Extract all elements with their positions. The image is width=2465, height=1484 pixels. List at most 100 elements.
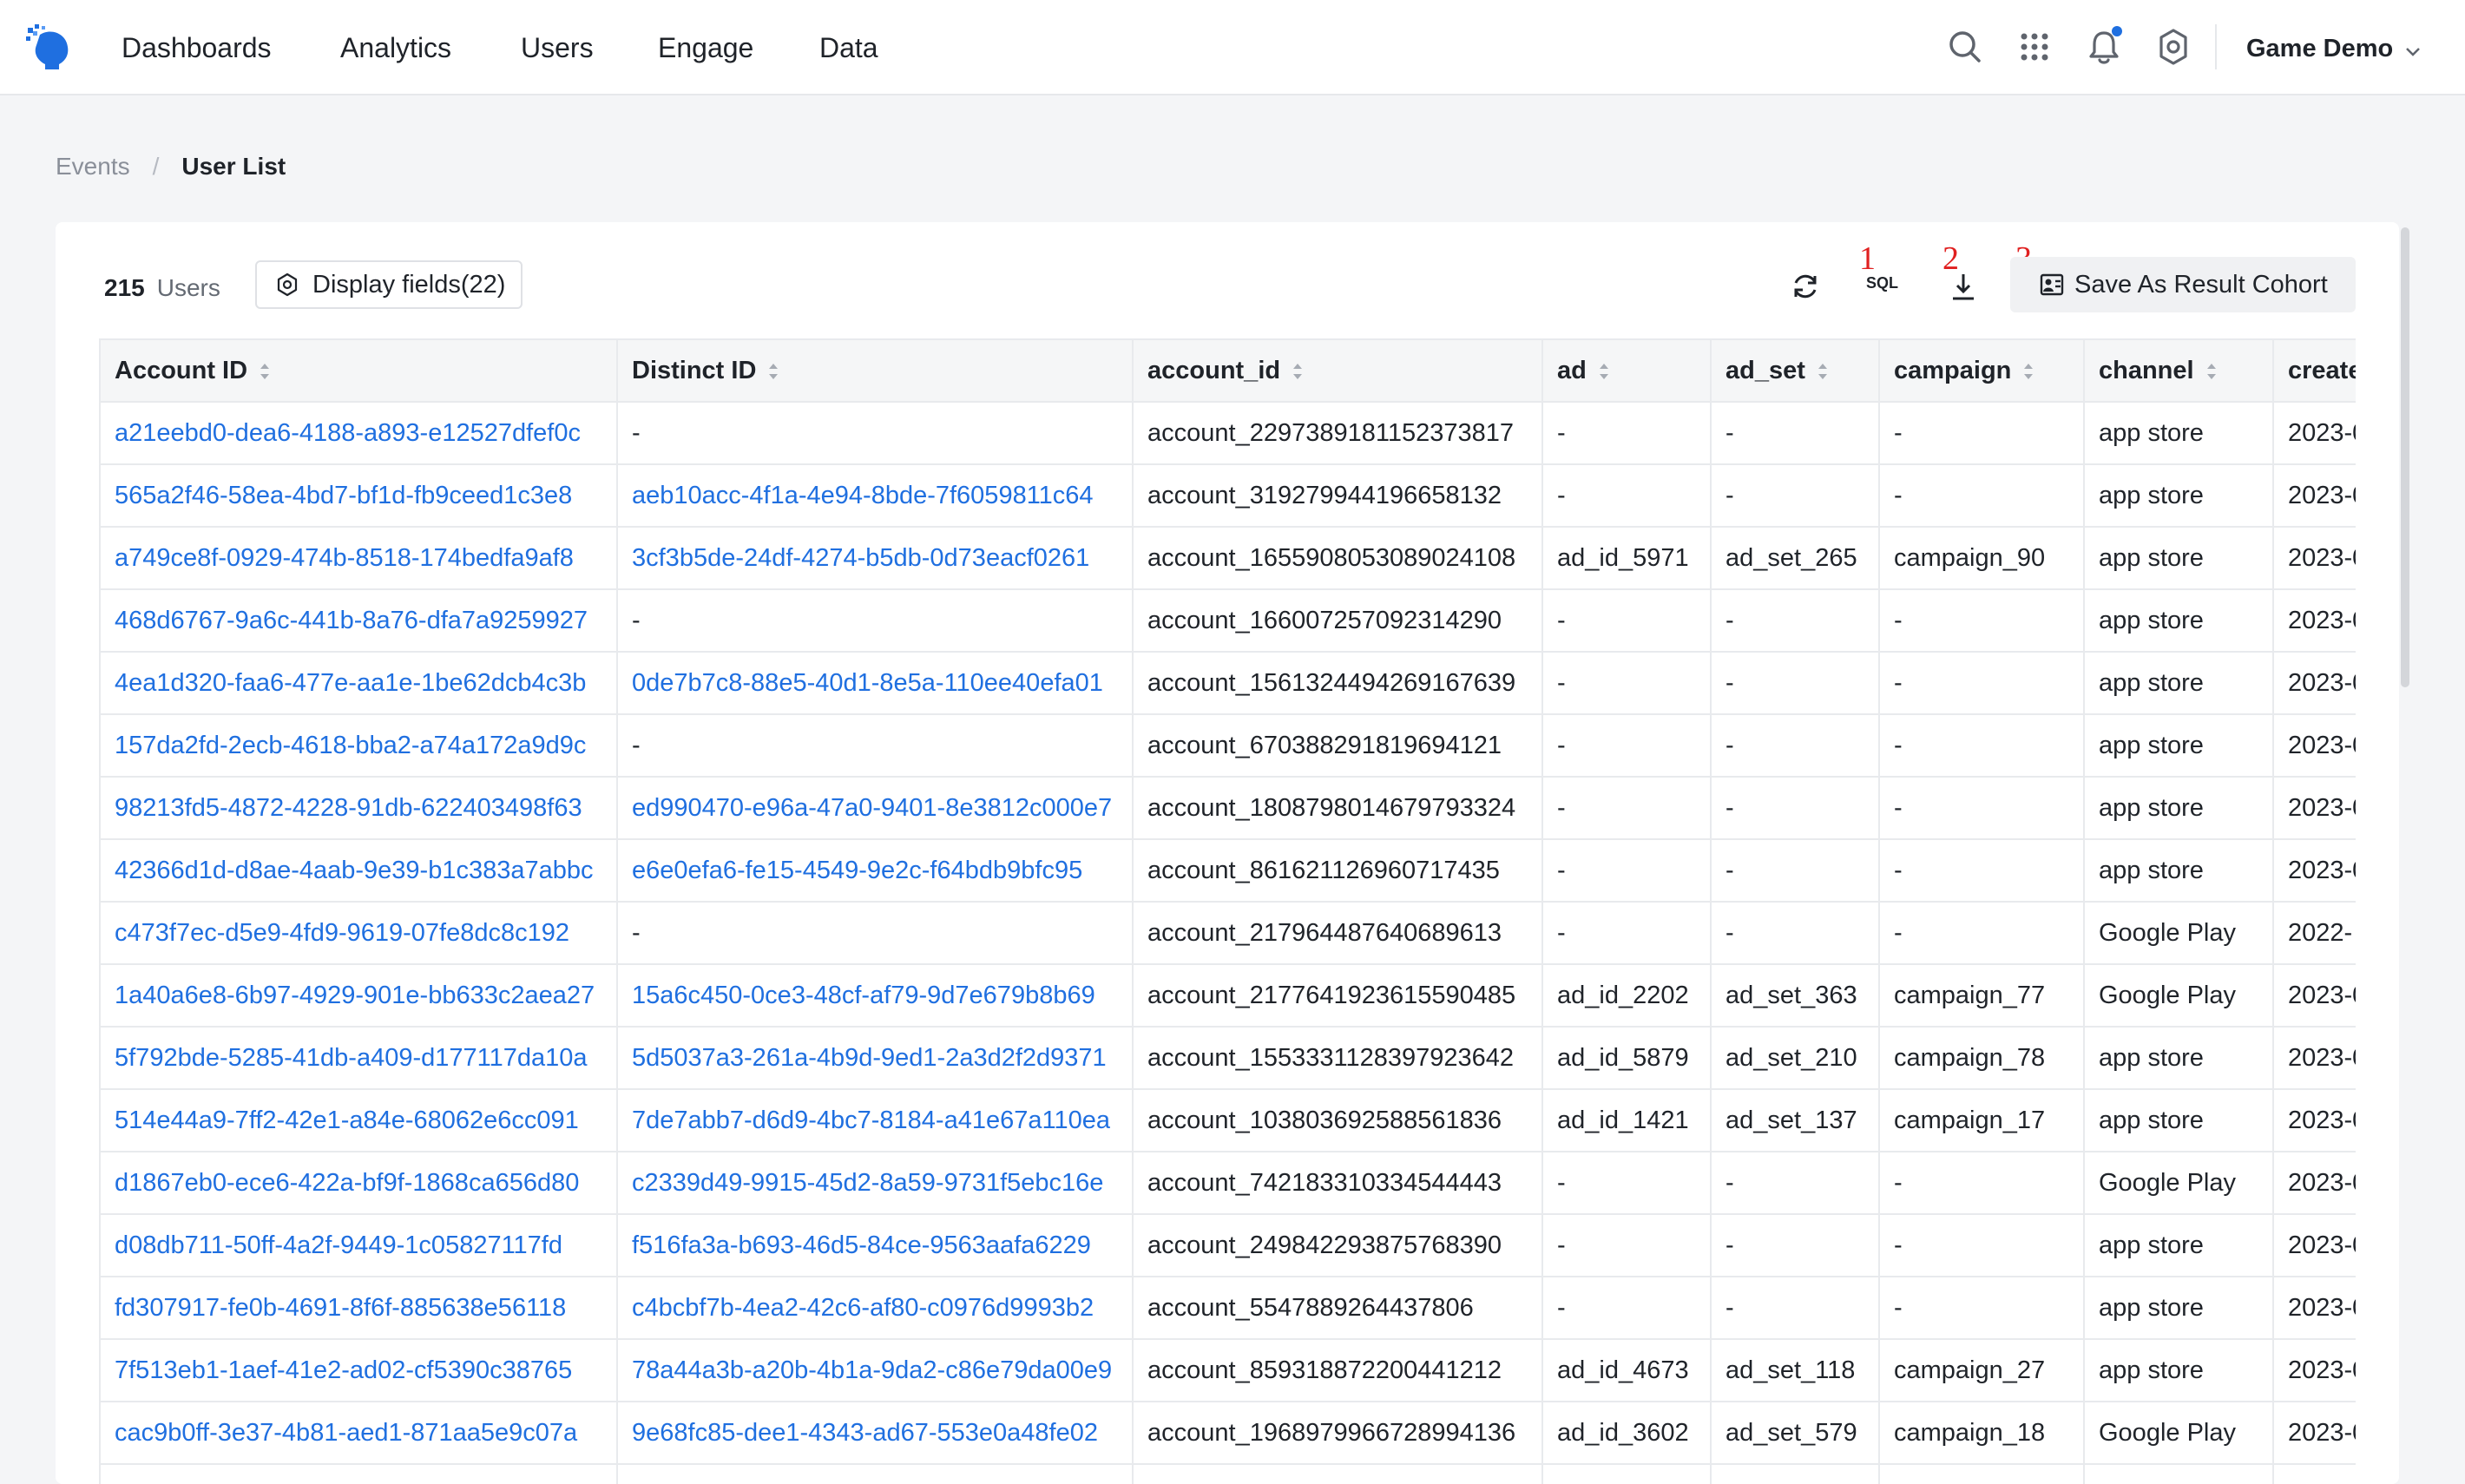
column-header-label: account_id [1147, 356, 1281, 384]
distinct-id-cell[interactable]: 15a6c450-0ce3-48cf-af79-9d7e679b8b69 [617, 964, 1134, 1028]
column-header[interactable]: Account ID [99, 338, 618, 403]
nav-data[interactable]: Data [819, 30, 878, 66]
account-id-cell[interactable]: 42366d1d-d8ae-4aab-9e39-b1c383a7abbc [99, 839, 618, 903]
account-id-cell[interactable]: 98213fd5-4872-4228-91db-622403498f63 [99, 777, 618, 840]
account-id-cell[interactable]: d1867eb0-ece6-422a-bf9f-1868ca656d80 [99, 1152, 618, 1215]
breadcrumb-events[interactable]: Events [56, 153, 130, 180]
column-header[interactable]: channel [2084, 338, 2274, 403]
account-id-cell[interactable]: 1a40a6e8-6b97-4929-901e-bb633c2aea27 [99, 964, 618, 1028]
table-row[interactable]: 42366d1d-d8ae-4aab-9e39-b1c383a7abbc e6e0… [99, 839, 2356, 903]
sort-icon[interactable] [1291, 359, 1305, 384]
distinct-id-cell[interactable]: 5d5037a3-261a-4b9d-9ed1-2a3d2f2d9371 [617, 1027, 1134, 1090]
account-id-cell[interactable]: fd307917-fe0b-4691-8f6f-885638e56118 [99, 1277, 618, 1340]
column-header-label: Distinct ID [632, 356, 757, 384]
table-row[interactable]: 4ea1d320-faa6-477e-aa1e-1be62dcb4c3b 0de7… [99, 652, 2356, 715]
logo-icon[interactable] [24, 23, 73, 71]
table-row[interactable]: 98213fd5-4872-4228-91db-622403498f63 ed99… [99, 777, 2356, 840]
save-as-result-cohort-button[interactable]: Save As Result Cohort [2010, 257, 2356, 312]
distinct-id-cell[interactable]: f516fa3a-b693-46d5-84ce-9563aafa6229 [617, 1214, 1134, 1277]
bell-icon[interactable] [2083, 26, 2125, 68]
account-id-cell[interactable]: 4ea1d320-faa6-477e-aa1e-1be62dcb4c3b [99, 652, 618, 715]
table-row[interactable]: 1a40a6e8-6b97-4929-901e-bb633c2aea27 15a6… [99, 964, 2356, 1028]
column-header[interactable]: create [2273, 338, 2356, 403]
account-id-cell[interactable]: 468d6767-9a6c-441b-8a76-dfa7a9259927 [99, 589, 618, 653]
table-row[interactable] [99, 1464, 2356, 1484]
nav-users[interactable]: Users [521, 30, 594, 66]
column-header[interactable]: account_id [1133, 338, 1543, 403]
breadcrumb-current: User List [181, 153, 286, 180]
table-row[interactable]: a21eebd0-dea6-4188-a893-e12527dfef0c - acc… [99, 402, 2356, 465]
account-id-cell[interactable]: c473f7ec-d5e9-4fd9-9619-07fe8dc8c192 [99, 902, 618, 965]
table-row[interactable]: fd307917-fe0b-4691-8f6f-885638e56118 c4bc… [99, 1277, 2356, 1340]
gear-icon[interactable] [2153, 26, 2194, 68]
sort-icon[interactable] [2021, 359, 2035, 384]
search-icon[interactable] [1944, 26, 1986, 68]
table-row[interactable]: cac9b0ff-3e37-4b81-aed1-871aa5e9c07a 9e68… [99, 1402, 2356, 1465]
distinct-id-cell[interactable]: c2339d49-9915-45d2-8a59-9731f5ebc16e [617, 1152, 1134, 1215]
breadcrumb: Events / User List [56, 149, 286, 184]
account-id-cell[interactable]: 5f792bde-5285-41db-a409-d177117da10a [99, 1027, 618, 1090]
nav-engage[interactable]: Engage [658, 30, 753, 66]
sort-icon[interactable] [1597, 359, 1611, 384]
table-cell: 2023-0 [2273, 527, 2356, 590]
table-row[interactable]: 468d6767-9a6c-441b-8a76-dfa7a9259927- acc… [99, 589, 2356, 653]
table-cell: app store [2084, 777, 2274, 840]
table-row[interactable]: 7f513eb1-1aef-41e2-ad02-cf5390c38765 78a4… [99, 1339, 2356, 1402]
table-row[interactable]: d08db711-50ff-4a2f-9449-1c05827117fd f516… [99, 1214, 2356, 1277]
distinct-id-cell[interactable]: 9e68fc85-dee1-4343-ad67-553e0a48fe02 [617, 1402, 1134, 1465]
account-id-cell[interactable]: a749ce8f-0929-474b-8518-174bedfa9af8 [99, 527, 618, 590]
table-row[interactable]: 514e44a9-7ff2-42e1-a84e-68062e6cc091 7de7… [99, 1089, 2356, 1152]
table-row[interactable]: 5f792bde-5285-41db-a409-d177117da10a 5d50… [99, 1027, 2356, 1090]
distinct-id-cell[interactable]: 7de7abb7-d6d9-4bc7-8184-a41e67a110ea [617, 1089, 1134, 1152]
table-cell: account_2297389181152373817 [1133, 402, 1543, 465]
nav-analytics[interactable]: Analytics [340, 30, 451, 66]
table-row[interactable]: 565a2f46-58ea-4bd7-bf1d-fb9ceed1c3e8 aeb1… [99, 464, 2356, 528]
table-cell: - [1711, 1214, 1880, 1277]
distinct-id-cell[interactable]: 3cf3b5de-24df-4274-b5db-0d73eacf0261 [617, 527, 1134, 590]
table-row[interactable]: a749ce8f-0929-474b-8518-174bedfa9af8 3cf3… [99, 527, 2356, 590]
nav-dashboards[interactable]: Dashboards [122, 30, 272, 66]
account-id-cell[interactable]: a21eebd0-dea6-4188-a893-e12527dfef0c [99, 402, 618, 465]
distinct-id-cell[interactable]: ed990470-e96a-47a0-9401-8e3812c000e7 [617, 777, 1134, 840]
table-cell: ad_id_1421 [1542, 1089, 1712, 1152]
table-row[interactable]: c473f7ec-d5e9-4fd9-9619-07fe8dc8c192- acc… [99, 902, 2356, 965]
distinct-id-cell[interactable]: 78a44a3b-a20b-4b1a-9da2-c86e79da00e9 [617, 1339, 1134, 1402]
table-cell: - [1542, 1214, 1712, 1277]
annotation-1: 1 [1859, 240, 1876, 277]
table-cell: app store [2084, 589, 2274, 653]
table-row[interactable]: 157da2fd-2ecb-4618-bba2-a74a172a9d9c - acc… [99, 714, 2356, 778]
sort-icon[interactable] [2205, 359, 2218, 384]
table-cell: - [1711, 464, 1880, 528]
account-id-cell[interactable]: 7f513eb1-1aef-41e2-ad02-cf5390c38765 [99, 1339, 618, 1402]
display-fields-button[interactable]: Display fields(22) [255, 260, 523, 309]
table-cell: - [1711, 777, 1880, 840]
distinct-id-cell[interactable]: c4bcbf7b-4ea2-42c6-af80-c0976d9993b2 [617, 1277, 1134, 1340]
account-id-cell[interactable]: d08db711-50ff-4a2f-9449-1c05827117fd [99, 1214, 618, 1277]
project-switcher[interactable]: Game Demo [2246, 31, 2421, 67]
account-id-cell[interactable]: cac9b0ff-3e37-4b81-aed1-871aa5e9c07a [99, 1402, 618, 1465]
column-header[interactable]: ad_set [1711, 338, 1880, 403]
table-cell: 2023-0 [2273, 652, 2356, 715]
refresh-icon[interactable] [1788, 269, 1823, 304]
table-cell: account_861621126960717435 [1133, 839, 1543, 903]
table-cell: - [1542, 652, 1712, 715]
distinct-id-cell[interactable]: e6e0efa6-fe15-4549-9e2c-f64bdb9bfc95 [617, 839, 1134, 903]
account-id-cell[interactable]: 565a2f46-58ea-4bd7-bf1d-fb9ceed1c3e8 [99, 464, 618, 528]
sort-icon[interactable] [1816, 359, 1830, 384]
column-header[interactable]: Distinct ID [617, 338, 1134, 403]
distinct-id-cell[interactable]: 0de7b7c8-88e5-40d1-8e5a-110ee40efa01 [617, 652, 1134, 715]
table-cell: - [1879, 777, 2085, 840]
column-header[interactable]: ad [1542, 338, 1712, 403]
sort-icon[interactable] [258, 359, 272, 384]
account-id-cell[interactable]: 514e44a9-7ff2-42e1-a84e-68062e6cc091 [99, 1089, 618, 1152]
table-row[interactable]: d1867eb0-ece6-422a-bf9f-1868ca656d80 c233… [99, 1152, 2356, 1215]
sql-button[interactable]: SQL [1866, 274, 1898, 292]
table-cell: - [1879, 402, 2085, 465]
distinct-id-cell[interactable]: aeb10acc-4f1a-4e94-8bde-7f6059811c64 [617, 464, 1134, 528]
sort-icon[interactable] [766, 359, 780, 384]
account-id-cell[interactable]: 157da2fd-2ecb-4618-bba2-a74a172a9d9c [99, 714, 618, 778]
column-header[interactable]: campaign [1879, 338, 2085, 403]
apps-grid-icon[interactable] [2014, 26, 2055, 68]
settings-icon [277, 273, 298, 297]
scrollbar-thumb[interactable] [2401, 227, 2409, 687]
